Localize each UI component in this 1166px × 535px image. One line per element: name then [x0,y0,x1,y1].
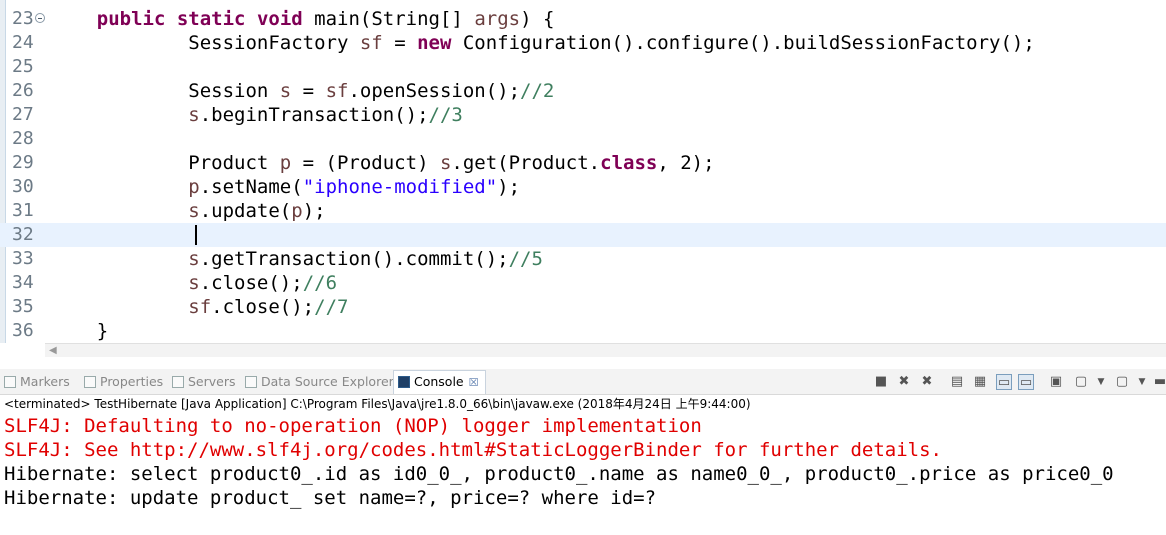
line-number: 26 [12,80,34,101]
code-line[interactable]: 24 SessionFactory sf = new Configuration… [0,31,1166,55]
properties-icon [84,376,96,388]
line-number: 34 [12,272,34,293]
open-console-icon[interactable]: ▢ [1114,374,1130,390]
line-number: 35 [12,296,34,317]
view-tab-bar: Markers Properties Servers Data Source E… [0,369,1166,395]
tab-label: Markers [20,374,70,389]
line-number: 32 [12,224,34,245]
tab-markers[interactable]: Markers [4,372,70,392]
code-line[interactable]: 36 } [0,319,1166,343]
close-tab-icon[interactable]: ☒ [469,376,479,389]
tab-properties[interactable]: Properties [84,372,163,392]
scroll-left-arrow-icon[interactable]: ◀ [49,345,57,356]
code-text: s.update(p); [188,200,326,222]
code-line[interactable]: 23 public static void main(String[] args… [0,7,1166,31]
code-text: sf.close();//7 [188,296,349,318]
remove-launch-icon[interactable]: ✖ [896,374,912,390]
console-line: Hibernate: select product0_.id as id0_0_… [4,463,1114,485]
data-source-icon [245,376,257,388]
code-text: public static void main(String[] args) { [96,8,555,30]
line-number: 33 [12,248,34,269]
chevron-down-icon[interactable]: ▼ [1134,374,1150,390]
pin-console-icon[interactable]: ▣ [1048,374,1064,390]
console-line: SLF4J: Defaulting to no-operation (NOP) … [4,415,702,437]
console-output[interactable]: SLF4J: Defaulting to no-operation (NOP) … [0,414,1166,535]
show-stdout-icon[interactable]: ▭ [996,374,1012,390]
word-wrap-icon[interactable]: ▦ [972,374,988,390]
code-line[interactable]: 35 sf.close();//7 [0,295,1166,319]
editor-horizontal-scrollbar[interactable]: ◀ [45,343,1166,358]
tab-label: Data Source Explorer [261,374,394,389]
line-number: 24 [12,32,34,53]
code-text: SessionFactory sf = new Configuration().… [51,32,1035,54]
code-text: Product p = (Product) s.get(Product.clas… [51,152,715,174]
markers-icon [4,376,16,388]
console-status-label: <terminated> TestHibernate [Java Applica… [4,397,751,411]
show-stderr-icon[interactable]: ▭ [1018,374,1034,390]
code-line[interactable]: 28 [0,127,1166,151]
line-number: 31 [12,200,34,221]
console-icon [398,376,410,388]
code-text: s.beginTransaction();//3 [188,104,463,126]
tab-label: Properties [100,374,164,389]
code-line[interactable]: 25 [0,55,1166,79]
text-caret [195,225,197,245]
tab-servers[interactable]: Servers [172,372,236,392]
display-console-icon[interactable]: ▢ [1073,374,1089,390]
code-editor[interactable]: 23 public static void main(String[] args… [0,0,1166,343]
code-line[interactable]: 29 Product p = (Product) s.get(Product.c… [0,151,1166,175]
code-text: p.setName("iphone-modified"); [188,176,521,198]
line-number: 25 [12,56,34,77]
console-line: Hibernate: update product_ set name=?, p… [4,487,657,509]
sash[interactable] [0,357,1166,369]
servers-icon [172,376,184,388]
code-line[interactable]: 34 s.close();//6 [0,271,1166,295]
tab-data-source-explorer[interactable]: Data Source Explorer [245,372,394,392]
line-number: 36 [12,320,34,341]
terminate-icon[interactable]: ■ [873,374,889,390]
scroll-lock-icon[interactable]: ▤ [949,374,965,390]
code-text: s.getTransaction().commit();//5 [188,248,543,270]
code-text: } [51,320,109,342]
line-number: 27 [12,104,34,125]
remove-all-icon[interactable]: ✖ [919,374,935,390]
code-line[interactable]: 32 [0,223,1166,247]
line-number: 28 [12,128,34,149]
code-line[interactable]: 33 s.getTransaction().commit();//5 [0,247,1166,271]
fold-collapse-icon[interactable] [35,13,45,23]
code-line[interactable]: 26 Session s = sf.openSession();//2 [0,79,1166,103]
chevron-down-icon[interactable]: ▼ [1093,374,1109,390]
code-line[interactable]: 27 s.beginTransaction();//3 [0,103,1166,127]
code-text: s.close();//6 [188,272,338,294]
minimize-icon[interactable]: ▬ [1152,374,1166,390]
code-line[interactable]: 31 s.update(p); [0,199,1166,223]
tab-console[interactable]: Console ☒ [393,370,486,394]
code-text: Session s = sf.openSession();//2 [51,80,555,102]
line-number: 29 [12,152,34,173]
tab-label: Servers [188,374,236,389]
tab-label: Console [414,374,464,389]
code-line[interactable]: 30 p.setName("iphone-modified"); [0,175,1166,199]
line-number: 30 [12,176,34,197]
console-line: SLF4J: See http://www.slf4j.org/codes.ht… [4,439,942,461]
